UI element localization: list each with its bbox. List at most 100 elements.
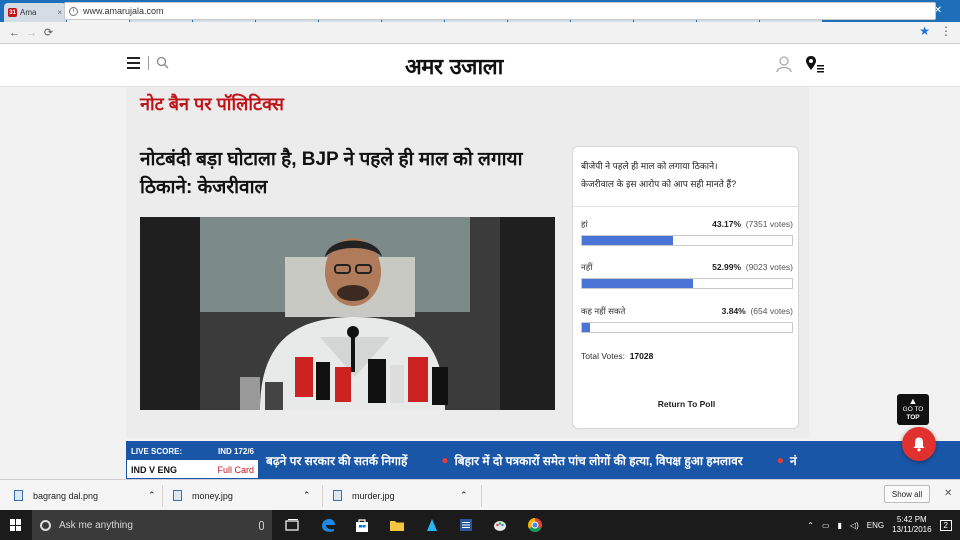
- live-score-widget[interactable]: LIVE SCORE: IND 172/6 IND V ENG Full Car…: [126, 441, 259, 479]
- action-center-icon[interactable]: 2: [939, 519, 952, 531]
- download-item[interactable]: money.jpg: [173, 480, 233, 511]
- chrome-icon[interactable]: [527, 517, 543, 533]
- search-icon[interactable]: [156, 56, 169, 69]
- chevron-up-icon[interactable]: ⌃: [460, 480, 468, 511]
- chevron-up-icon[interactable]: ⌃: [303, 480, 311, 511]
- reload-icon[interactable]: ⟳: [40, 26, 57, 39]
- download-filename: bagrang dal.png: [33, 490, 99, 501]
- downloads-shelf: bagrang dal.png ⌃ money.jpg ⌃ murder.jpg…: [0, 479, 960, 510]
- volume-icon[interactable]: ◁): [850, 521, 859, 530]
- poll-result-fill: [582, 236, 673, 245]
- notification-bell-button[interactable]: [902, 427, 936, 461]
- full-card-link[interactable]: Full Card: [217, 465, 254, 475]
- bullet-icon: ●: [441, 453, 449, 467]
- hamburger-menu-icon[interactable]: [127, 57, 140, 69]
- language-indicator[interactable]: ENG: [867, 521, 884, 530]
- store-icon[interactable]: [354, 517, 370, 533]
- match-name: IND V ENG: [131, 464, 178, 475]
- tab-label: Ama: [20, 8, 37, 17]
- section-title[interactable]: नोट बैन पर पॉलिटिक्स: [140, 92, 284, 116]
- bookmark-star-icon[interactable]: ★: [919, 24, 930, 38]
- poll-result-bar: [581, 322, 793, 333]
- download-filename: money.jpg: [192, 490, 233, 501]
- poll-option-label: हां: [581, 219, 588, 229]
- ticker-item[interactable]: नं: [790, 452, 797, 469]
- poll-option[interactable]: कह नहीं सकते 3.84% (654 votes): [581, 306, 793, 333]
- return-to-poll-link[interactable]: Return To Poll: [573, 399, 800, 409]
- download-separator: [481, 485, 482, 507]
- image-file-icon: [14, 490, 23, 501]
- cortana-search-box[interactable]: Ask me anything: [32, 510, 272, 540]
- file-explorer-icon[interactable]: [389, 517, 405, 533]
- article-headline[interactable]: नोटबंदी बड़ा घोटाला है, BJP ने पहले ही म…: [140, 146, 560, 202]
- microphone-icon[interactable]: [259, 520, 264, 530]
- ticker-item[interactable]: बिहार में दो पत्रकारों समेत पांच लोगों क…: [455, 452, 743, 469]
- bell-icon: [913, 437, 925, 452]
- poll-option[interactable]: नहीं 52.99% (9023 votes): [581, 262, 793, 289]
- paint-icon[interactable]: [492, 517, 508, 533]
- bullet-icon: ●: [776, 453, 784, 467]
- edge-browser-icon[interactable]: [320, 517, 336, 533]
- download-separator: [322, 485, 323, 507]
- poll-option-label: नहीं: [581, 262, 593, 272]
- download-item[interactable]: murder.jpg: [333, 480, 395, 511]
- back-arrow-icon[interactable]: ←: [6, 27, 23, 39]
- tab-close-icon[interactable]: ×: [57, 8, 62, 17]
- image-file-icon: [333, 490, 342, 501]
- arrow-up-icon: ▲: [908, 396, 918, 406]
- team-score: IND 172/6: [217, 446, 254, 456]
- chevron-up-icon[interactable]: ⌃: [807, 521, 814, 530]
- go-to-top-button[interactable]: ▲ GO TO TOP: [897, 394, 929, 425]
- address-bar[interactable]: i www.amarujala.com: [64, 2, 936, 20]
- system-tray: ⌃ ▭ ▮ ◁) ENG 5:42 PM 13/11/2016 2: [807, 510, 960, 540]
- word-icon[interactable]: [458, 517, 474, 533]
- close-downloads-icon[interactable]: ✕: [944, 488, 952, 499]
- poll-option-label: कह नहीं सकते: [581, 306, 626, 316]
- user-icon[interactable]: [775, 55, 793, 73]
- download-separator: [162, 485, 163, 507]
- info-icon[interactable]: i: [69, 6, 78, 16]
- poll-option[interactable]: हां 43.17% (7351 votes): [581, 219, 793, 246]
- poll-question: बीजेपी ने पहले ही माल को लगाया ठिकाने। क…: [581, 161, 737, 189]
- download-item[interactable]: bagrang dal.png: [14, 480, 98, 511]
- live-score-label: LIVE SCORE:: [131, 446, 183, 456]
- image-file-icon: [173, 490, 182, 501]
- site-logo[interactable]: अमर उजाला: [405, 51, 503, 81]
- windows-start-icon[interactable]: [10, 519, 22, 531]
- chrome-menu-icon[interactable]: ⋮: [940, 24, 952, 38]
- network-icon[interactable]: ▭: [822, 521, 830, 530]
- poll-card: बीजेपी ने पहले ही माल को लगाया ठिकाने। क…: [572, 146, 800, 429]
- browser-tab[interactable]: 31 Ama ×: [4, 3, 66, 22]
- header-divider: [148, 56, 149, 70]
- show-all-downloads-button[interactable]: Show all: [884, 485, 930, 503]
- live-score-ticker-bar: LIVE SCORE: IND 172/6 IND V ENG Full Car…: [126, 441, 960, 479]
- photos-app-icon[interactable]: [424, 517, 440, 533]
- forward-arrow-icon[interactable]: →: [23, 27, 40, 39]
- search-placeholder: Ask me anything: [59, 519, 133, 531]
- poll-total-votes: Total Votes: 17028: [581, 351, 654, 361]
- tab-favicon-icon: 31: [8, 8, 17, 17]
- ticker-item[interactable]: बढ़ने पर सरकार की सतर्क निगाहें: [266, 452, 407, 469]
- poll-option-votes: (654 votes): [750, 306, 793, 316]
- cortana-icon: [40, 519, 51, 531]
- poll-divider: [573, 206, 800, 207]
- article-photo[interactable]: [140, 217, 555, 410]
- location-menu-icon[interactable]: [805, 55, 825, 73]
- news-ticker: बढ़ने पर सरकार की सतर्क निगाहें ● बिहार …: [266, 441, 797, 479]
- task-view-icon[interactable]: [284, 517, 300, 533]
- download-filename: murder.jpg: [352, 490, 395, 501]
- windows-taskbar: Ask me anything ⌃ ▭ ▮ ◁) ENG 5:42 PM 13/…: [0, 510, 960, 540]
- site-header: अमर उजाला: [0, 44, 960, 87]
- poll-result-bar: [581, 235, 793, 246]
- poll-option-percent: 52.99%: [712, 262, 742, 272]
- poll-option-votes: (7351 votes): [745, 219, 793, 229]
- clock[interactable]: 5:42 PM 13/11/2016: [892, 515, 931, 535]
- poll-option-votes: (9023 votes): [745, 262, 793, 272]
- poll-option-percent: 3.84%: [721, 306, 746, 316]
- poll-option-percent: 43.17%: [712, 219, 742, 229]
- poll-result-fill: [582, 279, 694, 288]
- chevron-up-icon[interactable]: ⌃: [148, 480, 156, 511]
- poll-result-bar: [581, 278, 793, 289]
- battery-icon[interactable]: ▮: [838, 521, 842, 530]
- browser-toolbar: ← → ⟳: [0, 22, 960, 44]
